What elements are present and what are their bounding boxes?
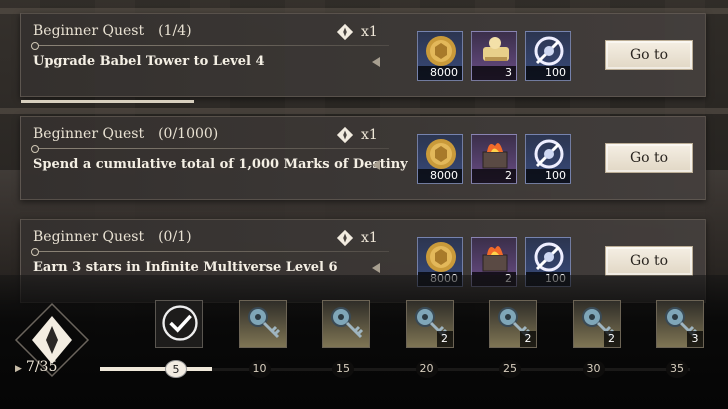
milestone-reward[interactable]: 2 (405, 300, 454, 348)
reward-flame-chest[interactable]: 2 (471, 134, 517, 184)
milestone-reward-qty: 2 (520, 331, 536, 347)
play-arrow-icon: ▶ (15, 364, 22, 374)
voice-icon[interactable] (372, 160, 380, 170)
milestone-reward[interactable] (238, 300, 287, 348)
golden-scroll-icon (483, 37, 509, 61)
tower-point-icon (534, 139, 564, 169)
flame-chest-icon (482, 143, 508, 169)
quest-description: Upgrade Babel Tower to Level 4 (33, 54, 265, 69)
activity-point-icon (336, 229, 354, 247)
gold-coin-icon (426, 139, 456, 169)
reward-qty: 100 (526, 169, 570, 183)
voice-icon[interactable] (372, 57, 380, 67)
tower-point-icon (534, 242, 564, 272)
quest-title: Beginner Quest (1/4) (33, 23, 192, 39)
key-icon (331, 307, 364, 339)
go-to-button[interactable]: Go to (605, 143, 693, 173)
milestone-track-fill (100, 367, 212, 371)
quest-progress: (1/4) (158, 23, 192, 39)
gold-coin-icon (426, 36, 456, 66)
reward-gold-coin[interactable]: 8000 (417, 134, 463, 184)
reward-qty: 100 (526, 66, 570, 80)
milestone-reward[interactable]: 3 (656, 300, 704, 348)
key-icon (247, 307, 280, 339)
milestone-reward[interactable]: 2 (572, 300, 621, 348)
milestone-marker: 30 (582, 360, 605, 378)
milestone-marker: 10 (248, 360, 271, 378)
milestone-marker: 15 (332, 360, 354, 378)
title-divider (31, 145, 389, 153)
milestone-reward-qty: 3 (687, 331, 703, 347)
activity-point-icon (336, 126, 354, 144)
reward-tower-point[interactable]: 100 (525, 31, 571, 81)
reward-gold-coin[interactable]: 8000 (417, 31, 463, 81)
milestone-reward-qty: 2 (436, 331, 453, 347)
quest-card: Beginner Quest (0/1000) x1 Spend a cumula… (20, 116, 706, 200)
milestone-marker: 35 (666, 360, 688, 378)
milestone-reward[interactable]: 2 (489, 300, 537, 348)
milestone-marker: 25 (499, 360, 521, 378)
reward-qty: 8000 (418, 169, 462, 183)
gold-coin-icon (426, 242, 456, 272)
background-beam (0, 108, 728, 114)
milestone-reward-qty: 2 (603, 331, 620, 347)
quest-description: Earn 3 stars in Infinite Multiverse Leve… (33, 260, 338, 275)
voice-icon[interactable] (372, 263, 380, 273)
reward-tower-point[interactable]: 100 (525, 134, 571, 184)
reward-qty: 3 (472, 66, 516, 80)
milestone-reward-claimed[interactable] (155, 300, 203, 348)
reward-golden-scroll[interactable]: 3 (471, 31, 517, 81)
title-divider (31, 42, 389, 50)
quest-progress: (0/1) (158, 229, 192, 245)
activity-points-value: 7/35 (25, 359, 58, 375)
quest-title: Beginner Quest (0/1) (33, 229, 192, 245)
tower-point-icon (534, 36, 564, 66)
milestone-reward[interactable] (322, 300, 370, 348)
go-to-button[interactable]: Go to (605, 246, 693, 276)
point-count: x1 (361, 127, 378, 143)
milestone-marker: 20 (415, 360, 438, 378)
reward-qty: 8000 (418, 66, 462, 80)
go-to-button[interactable]: Go to (605, 40, 693, 70)
quest-progress-bar (21, 100, 194, 103)
activity-point-icon (336, 23, 354, 41)
quest-title: Beginner Quest (0/1000) (33, 126, 219, 142)
activity-points: ▶ 7/35 (15, 359, 57, 375)
quest-card: Beginner Quest (1/4) x1 Upgrade Babel Tow… (20, 13, 706, 103)
check-claimed-icon (162, 305, 198, 341)
quest-progress: (0/1000) (158, 126, 219, 142)
reward-qty: 2 (472, 169, 516, 183)
point-count: x1 (361, 230, 378, 246)
title-divider (31, 248, 389, 256)
point-count: x1 (361, 24, 378, 40)
milestone-marker: 5 (165, 360, 187, 378)
flame-chest-icon (482, 246, 508, 272)
quest-description: Spend a cumulative total of 1,000 Marks … (33, 157, 408, 172)
